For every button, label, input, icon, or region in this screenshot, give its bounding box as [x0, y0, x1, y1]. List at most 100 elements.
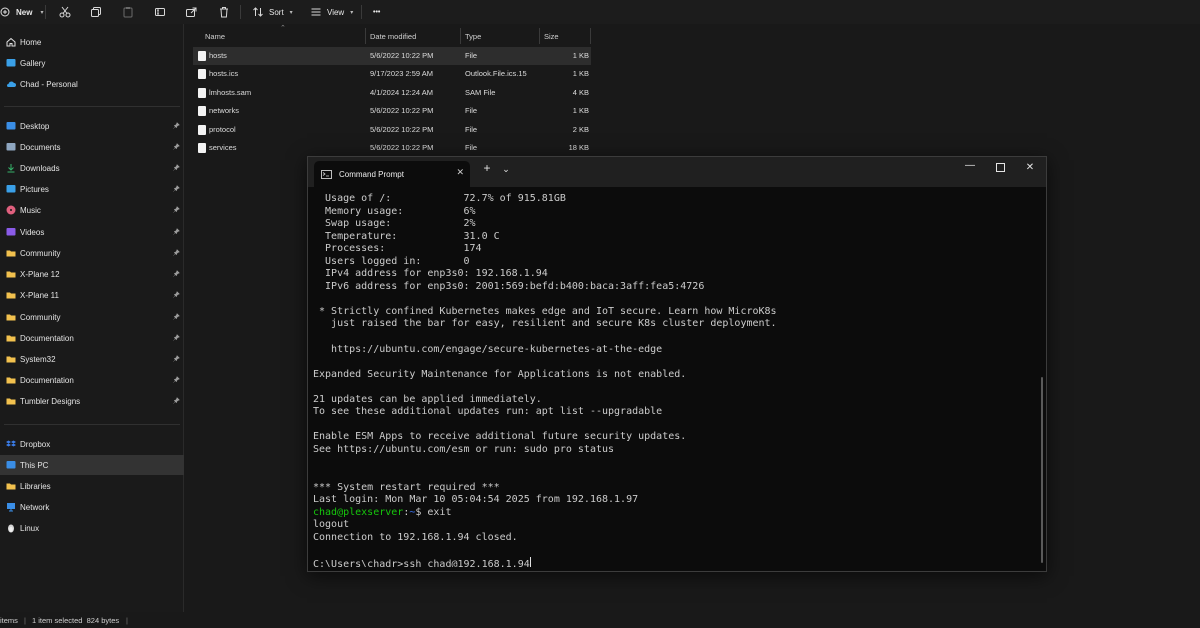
sidebar-item[interactable]: Music [0, 200, 184, 220]
sidebar-item[interactable]: Libraries [0, 476, 184, 496]
chevron-down-icon: ▾ [40, 9, 44, 16]
paste-button[interactable] [121, 2, 135, 22]
sidebar-item[interactable]: Documentation [0, 370, 184, 390]
pin-icon[interactable] [173, 333, 180, 343]
sidebar-item[interactable]: Downloads [0, 158, 184, 178]
toolbar-divider [45, 5, 46, 19]
column-divider[interactable] [539, 28, 540, 44]
sort-button[interactable]: Sort ▾ [251, 2, 293, 22]
command-prompt-window[interactable]: Command Prompt ✕ + ⌄ — ✕ Usage of /: 72.… [307, 156, 1047, 572]
terminal-line: To see these additional updates run: apt… [313, 406, 663, 418]
pin-icon[interactable] [173, 184, 180, 194]
terminal-scrollbar[interactable] [1041, 377, 1043, 563]
sidebar-item[interactable]: Community [0, 243, 184, 263]
terminal-line: Users logged in: 0 [313, 255, 470, 267]
minimize-icon[interactable]: — [962, 160, 978, 171]
folder-icon [6, 396, 16, 406]
sidebar-item[interactable]: This PC [0, 455, 184, 475]
pin-icon[interactable] [173, 227, 180, 237]
sidebar-item[interactable]: Network [0, 497, 184, 517]
sidebar-item[interactable]: Linux [0, 518, 184, 538]
terminal-current-command: C:\Users\chadr>ssh chad@192.168.1.94 [313, 558, 530, 567]
dropbox-icon [6, 439, 16, 449]
sidebar-item-label: Tumbler Designs [20, 396, 81, 406]
toolbar-divider [361, 5, 362, 19]
share-button[interactable] [184, 2, 198, 22]
sidebar-item[interactable]: X-Plane 11 [0, 285, 184, 305]
file-type: File [465, 51, 478, 60]
sidebar-item[interactable]: Chad - Personal [0, 74, 184, 94]
pin-icon[interactable] [173, 290, 180, 300]
desktop-icon [6, 121, 16, 131]
sidebar-item-label: Videos [20, 227, 45, 237]
new-tab-icon[interactable]: + [479, 161, 495, 175]
pin-icon[interactable] [173, 248, 180, 258]
file-size: 18 KB [568, 143, 589, 152]
file-row[interactable]: protocol 5/6/2022 10:22 PM File 2 KB [193, 121, 591, 139]
column-divider[interactable] [365, 28, 366, 44]
add-icon [0, 5, 10, 19]
terminal-tab[interactable]: Command Prompt ✕ [314, 161, 470, 187]
sidebar-item[interactable]: Pictures [0, 179, 184, 199]
column-header-type[interactable]: Type [465, 28, 540, 44]
terminal-output[interactable]: Usage of /: 72.7% of 915.81GB Memory usa… [313, 193, 1039, 567]
terminal-tab-label: Command Prompt [339, 169, 404, 179]
rename-button[interactable] [153, 2, 167, 22]
copy-button[interactable] [89, 2, 103, 22]
sidebar-item-label: Documentation [20, 375, 74, 385]
pin-icon[interactable] [173, 142, 180, 152]
column-header-date[interactable]: Date modified [370, 28, 460, 44]
gallery-icon [6, 58, 16, 68]
file-row[interactable]: hosts 5/6/2022 10:22 PM File 1 KB [193, 47, 591, 65]
terminal-line: logout [313, 519, 350, 531]
sidebar-item[interactable]: System32 [0, 349, 184, 369]
file-row[interactable]: services 5/6/2022 10:22 PM File 18 KB [193, 139, 591, 157]
pin-icon[interactable] [173, 121, 180, 131]
sidebar-item-label: Libraries [20, 481, 51, 491]
pc-icon [6, 460, 16, 470]
sidebar-item[interactable]: Desktop [0, 116, 184, 136]
sidebar-item[interactable]: Documents [0, 137, 184, 157]
view-button[interactable]: View ▾ [309, 2, 353, 22]
cloud-icon [6, 79, 16, 89]
column-divider[interactable] [460, 28, 461, 44]
downloads-icon [6, 163, 16, 173]
sidebar-item[interactable]: Gallery [0, 53, 184, 73]
pin-icon[interactable] [173, 396, 180, 406]
pin-icon[interactable] [173, 269, 180, 279]
new-button[interactable]: New ▾ [0, 2, 43, 22]
terminal-current-input[interactable]: C:\Users\chadr>ssh chad@192.168.1.94 [313, 556, 1039, 567]
terminal-line: https://ubuntu.com/engage/secure-kuberne… [313, 343, 663, 355]
file-row[interactable]: networks 5/6/2022 10:22 PM File 1 KB [193, 102, 591, 120]
tab-dropdown-icon[interactable]: ⌄ [498, 164, 514, 175]
file-row[interactable]: hosts.ics 9/17/2023 2:59 AM Outlook.File.i… [193, 65, 591, 83]
close-tab-icon[interactable]: ✕ [456, 167, 464, 178]
sidebar-item[interactable]: Tumbler Designs [0, 391, 184, 411]
pin-icon[interactable] [173, 312, 180, 322]
sidebar-item[interactable]: Documentation [0, 328, 184, 348]
sidebar-item-label: Pictures [20, 184, 49, 194]
sidebar-item[interactable]: Community [0, 307, 184, 327]
file-icon [198, 69, 206, 79]
pin-icon[interactable] [173, 375, 180, 385]
maximize-icon[interactable] [992, 163, 1008, 175]
sidebar-item[interactable]: X-Plane 12 [0, 264, 184, 284]
more-options-button[interactable]: ••• [373, 2, 380, 22]
column-header-name[interactable]: Name [205, 28, 365, 44]
close-icon[interactable]: ✕ [1022, 162, 1038, 173]
pin-icon[interactable] [173, 163, 180, 173]
pin-icon[interactable] [173, 205, 180, 215]
folder-icon [6, 354, 16, 364]
sidebar-item[interactable]: Dropbox [0, 434, 184, 454]
cut-button[interactable] [58, 2, 72, 22]
terminal-title-bar[interactable]: Command Prompt ✕ + ⌄ — ✕ [308, 157, 1046, 187]
column-header-size[interactable]: Size [544, 28, 589, 44]
column-header-date-label: Date modified [370, 31, 417, 41]
sidebar-item[interactable]: Videos [0, 222, 184, 242]
column-divider[interactable] [590, 28, 591, 44]
delete-button[interactable] [217, 2, 231, 22]
sidebar-item[interactable]: Home [0, 32, 184, 52]
pin-icon[interactable] [173, 354, 180, 364]
file-row[interactable]: lmhosts.sam 4/1/2024 12:24 AM SAM File 4 KB [193, 84, 591, 102]
